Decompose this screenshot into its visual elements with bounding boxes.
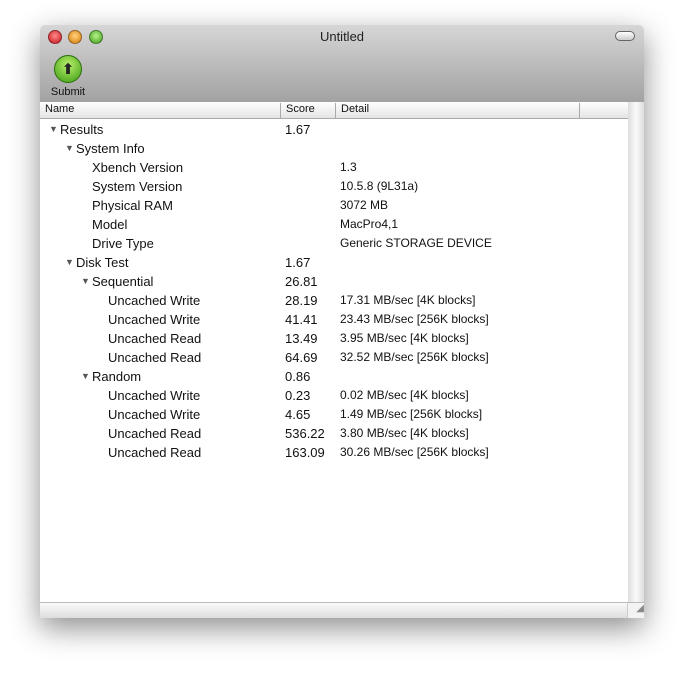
outline-header: Name Score Detail <box>40 102 628 119</box>
row-name: Uncached Read <box>108 445 202 460</box>
disclosure-triangle-icon[interactable]: ▼ <box>81 272 90 291</box>
row-name: Drive Type <box>92 236 154 251</box>
row-name: Uncached Read <box>108 426 202 441</box>
row-name: Uncached Read <box>108 331 202 346</box>
row-detail: 0.02 MB/sec [4K blocks] <box>340 388 469 402</box>
outline-row[interactable]: ▼ Random 0.86 <box>40 367 628 386</box>
row-name: System Info <box>76 141 145 156</box>
row-name: Uncached Read <box>108 350 202 365</box>
submit-label: Submit <box>50 86 86 98</box>
disclosure-triangle-icon[interactable]: ▼ <box>65 253 74 272</box>
row-name: Uncached Write <box>108 312 201 327</box>
disclosure-triangle-icon[interactable]: ▼ <box>49 120 58 139</box>
submit-button[interactable]: ⬆ Submit <box>48 55 88 98</box>
upload-arrow-icon: ⬆ <box>54 55 82 83</box>
row-score: 1.67 <box>285 255 311 270</box>
row-score: 4.65 <box>285 407 311 422</box>
outline-row[interactable]: Uncached Write 4.65 1.49 MB/sec [256K bloc… <box>40 405 628 424</box>
column-header-score[interactable]: Score <box>281 103 336 118</box>
row-detail: 10.5.8 (9L31a) <box>340 179 419 193</box>
row-name: Model <box>92 217 128 232</box>
outline-row[interactable]: Xbench Version 1.3 <box>40 158 628 177</box>
row-name: Random <box>92 369 142 384</box>
vertical-scrollbar[interactable] <box>628 102 644 603</box>
outline-row[interactable]: Uncached Write 0.23 0.02 MB/sec [4K blocks… <box>40 386 628 405</box>
row-name: System Version <box>92 179 183 194</box>
row-detail: 1.49 MB/sec [256K blocks] <box>340 407 483 421</box>
outline-row[interactable]: Uncached Read 13.49 3.95 MB/sec [4K blocks… <box>40 329 628 348</box>
outline-row[interactable]: Uncached Read 536.22 3.80 MB/sec [4K block… <box>40 424 628 443</box>
row-score: 28.19 <box>285 293 318 308</box>
row-detail: 1.3 <box>340 160 357 174</box>
row-name: Xbench Version <box>92 160 184 175</box>
outline-row[interactable]: Physical RAM 3072 MB <box>40 196 628 215</box>
outline-row[interactable]: Uncached Write 41.41 23.43 MB/sec [256K bl… <box>40 310 628 329</box>
row-name: Sequential <box>92 274 154 289</box>
row-detail: 32.52 MB/sec [256K blocks] <box>340 350 489 364</box>
outline-row[interactable]: Uncached Read 64.69 32.52 MB/sec [256K blo… <box>40 348 628 367</box>
outline-row[interactable]: Uncached Write 28.19 17.31 MB/sec [4K bloc… <box>40 291 628 310</box>
row-name: Uncached Write <box>108 407 201 422</box>
row-detail: 17.31 MB/sec [4K blocks] <box>340 293 476 307</box>
outline-row[interactable]: ▼ Disk Test 1.67 <box>40 253 628 272</box>
toolbar: Untitled ⬆ Submit <box>40 25 644 103</box>
row-detail: 3.80 MB/sec [4K blocks] <box>340 426 469 440</box>
horizontal-scrollbar[interactable] <box>40 602 628 618</box>
resize-grip-icon[interactable]: ◢ <box>627 602 644 618</box>
row-score: 26.81 <box>285 274 318 289</box>
row-detail: 30.26 MB/sec [256K blocks] <box>340 445 489 459</box>
row-score: 536.22 <box>285 426 325 441</box>
outline-row[interactable]: Drive Type Generic STORAGE DEVICE <box>40 234 628 253</box>
row-score: 0.86 <box>285 369 311 384</box>
row-score: 41.41 <box>285 312 318 327</box>
outline-row[interactable]: Uncached Read 163.09 30.26 MB/sec [256K bl… <box>40 443 628 462</box>
column-header-name[interactable]: Name <box>40 103 281 118</box>
xbench-window: Untitled ⬆ Submit Name Score Detail ▼ Res… <box>40 25 644 618</box>
results-outline: ▼ Results 1.67 ▼ System Info Xbench Version 1.… <box>40 120 628 462</box>
outline-row[interactable]: Model MacPro4,1 <box>40 215 628 234</box>
row-score: 0.23 <box>285 388 311 403</box>
outline-row[interactable]: System Version 10.5.8 (9L31a) <box>40 177 628 196</box>
outline-row[interactable]: ▼ Results 1.67 <box>40 120 628 139</box>
row-name: Uncached Write <box>108 388 201 403</box>
row-detail: 3072 MB <box>340 198 389 212</box>
row-score: 64.69 <box>285 350 318 365</box>
disclosure-triangle-icon[interactable]: ▼ <box>81 367 90 386</box>
row-detail: Generic STORAGE DEVICE <box>340 236 492 250</box>
outline-row[interactable]: ▼ System Info <box>40 139 628 158</box>
row-name: Disk Test <box>76 255 129 270</box>
window-title: Untitled <box>319 29 365 44</box>
row-name: Physical RAM <box>92 198 173 213</box>
disclosure-triangle-icon[interactable]: ▼ <box>65 139 74 158</box>
row-detail: 23.43 MB/sec [256K blocks] <box>340 312 489 326</box>
toolbar-toggle-button[interactable] <box>615 31 635 41</box>
row-score: 163.09 <box>285 445 325 460</box>
row-name: Results <box>60 122 104 137</box>
row-detail: MacPro4,1 <box>340 217 399 231</box>
row-score: 13.49 <box>285 331 318 346</box>
row-name: Uncached Write <box>108 293 201 308</box>
row-score: 1.67 <box>285 122 311 137</box>
outline-row[interactable]: ▼ Sequential 26.81 <box>40 272 628 291</box>
row-detail: 3.95 MB/sec [4K blocks] <box>340 331 469 345</box>
column-header-detail[interactable]: Detail <box>336 103 580 118</box>
